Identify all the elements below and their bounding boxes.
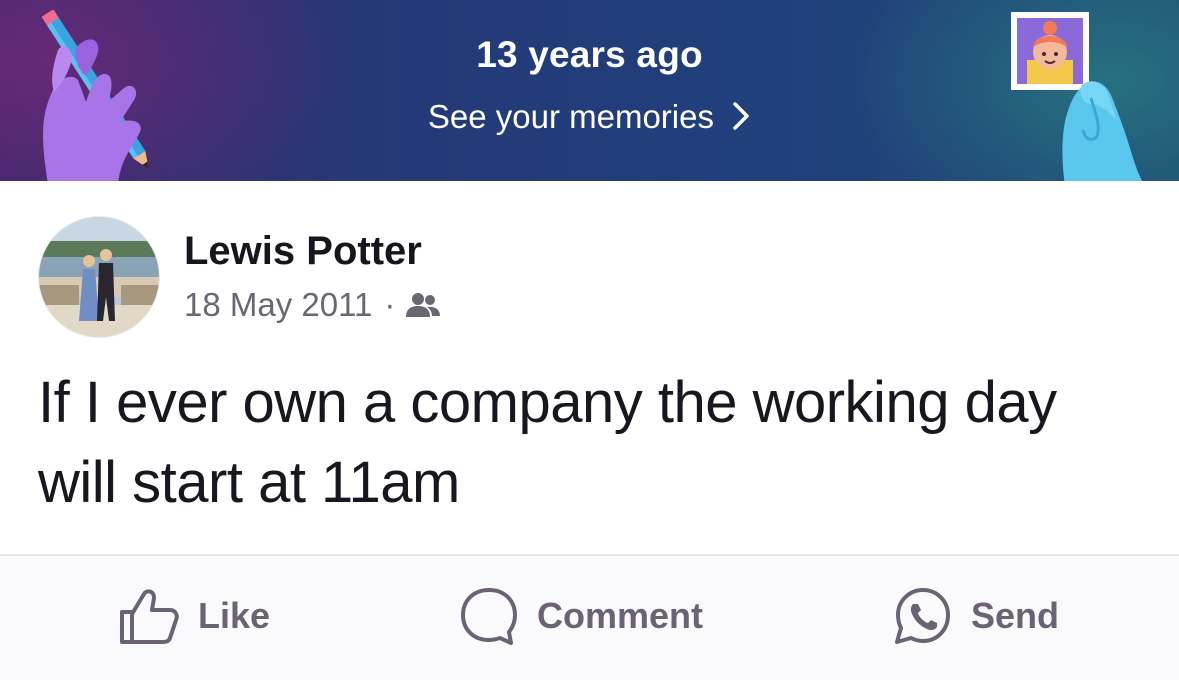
memories-banner[interactable]: 13 years ago See your memories [0,0,1179,181]
post-text: If I ever own a company the working day … [38,370,1057,515]
like-button[interactable]: Like [118,584,270,648]
profile-photo [39,217,159,337]
memory-post-card: 13 years ago See your memories Lewis Pot… [0,0,1179,680]
like-label: Like [198,595,271,636]
comment-bubble-icon [461,588,517,645]
post: Lewis Potter 18 May 2011 · If I ever own… [0,181,1179,554]
post-meta: 18 May 2011 · [184,286,441,324]
memories-title: 13 years ago [476,34,703,75]
send-label: Send [971,595,1060,636]
friends-icon[interactable] [405,291,441,319]
whatsapp-icon [895,588,950,644]
send-button[interactable]: Send [893,584,1059,648]
meta-separator: · [384,286,396,323]
thumbs-up-icon [120,589,179,644]
see-memories-label: See your memories [427,98,714,135]
comment-button[interactable]: Comment [459,584,703,648]
hand-holding-photo-illustration [1011,12,1143,181]
see-memories-link[interactable]: See your memories [0,98,1179,136]
action-bar: Like Comment Send [0,554,1179,680]
author-name[interactable]: Lewis Potter [184,229,422,274]
post-date[interactable]: 18 May 2011 [184,286,372,324]
chevron-right-icon [733,102,749,131]
comment-label: Comment [537,595,704,636]
avatar[interactable] [39,217,159,337]
